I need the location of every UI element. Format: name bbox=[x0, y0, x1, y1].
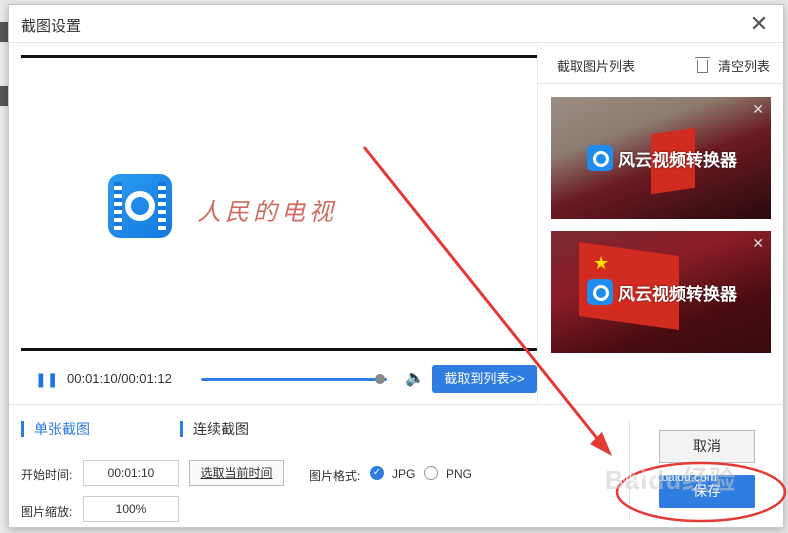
capture-to-list-button[interactable]: 截取到列表>> bbox=[432, 365, 537, 393]
png-radio[interactable] bbox=[424, 466, 438, 480]
dialog-title: 截图设置 bbox=[21, 18, 82, 35]
png-label: PNG bbox=[446, 467, 473, 481]
film-strip-left bbox=[114, 182, 122, 230]
image-scale-input[interactable]: 100% bbox=[83, 496, 179, 522]
preview-brush-text: 人民的电视 bbox=[197, 200, 337, 226]
remove-thumbnail-icon[interactable]: ✕ bbox=[752, 101, 764, 118]
clear-list-button[interactable]: 清空列表 bbox=[694, 56, 770, 75]
capture-list-title: 截取图片列表 bbox=[557, 59, 636, 74]
tab-continuous-screenshot[interactable]: 连续截图 bbox=[180, 421, 249, 437]
progress-slider[interactable] bbox=[201, 378, 387, 381]
background-window-edge bbox=[0, 86, 8, 106]
screenshot-settings-dialog: 截图设置 ✕ 人民的电视 ❚❚ 00:01:10/00:01:12 🔈 截取到列… bbox=[8, 4, 785, 528]
film-strip-right bbox=[158, 182, 166, 230]
logo-ring bbox=[125, 191, 155, 221]
trash-icon bbox=[694, 57, 710, 73]
capture-list-header: 截取图片列表 清空列表 bbox=[538, 44, 784, 84]
converter-logo-icon bbox=[587, 279, 613, 305]
clear-list-label: 清空列表 bbox=[717, 59, 770, 74]
progress-slider-knob[interactable] bbox=[374, 374, 385, 384]
jpg-label: JPG bbox=[392, 467, 416, 481]
player-controls: ❚❚ 00:01:10/00:01:12 🔈 截取到列表>> bbox=[21, 363, 541, 395]
converter-logo-icon bbox=[587, 145, 613, 171]
background-window-edge bbox=[0, 22, 8, 42]
image-format-label: 图片格式: bbox=[309, 469, 361, 483]
video-converter-logo-icon bbox=[108, 174, 172, 238]
start-time-input[interactable]: 00:01:10 bbox=[83, 460, 179, 486]
capture-thumbnail[interactable]: ★ 风云视频转换器 ✕ bbox=[551, 231, 771, 353]
title-bar: 截图设置 ✕ bbox=[9, 5, 783, 43]
start-time-label: 开始时间: bbox=[21, 468, 73, 482]
playback-time: 00:01:10/00:01:12 bbox=[67, 371, 172, 386]
select-current-time-button[interactable]: 选取当前时间 bbox=[189, 460, 284, 486]
jpg-radio[interactable]: ✓ bbox=[370, 466, 384, 480]
watermark-text: 风云视频转换器 bbox=[618, 150, 737, 170]
video-preview: 人民的电视 bbox=[21, 55, 537, 351]
capture-thumbnail[interactable]: 风云视频转换器 ✕ bbox=[551, 97, 771, 219]
volume-icon[interactable]: 🔈 bbox=[405, 368, 425, 388]
image-scale-label: 图片缩放: bbox=[21, 505, 73, 519]
star-icon: ★ bbox=[593, 253, 610, 273]
watermark-text: 风云视频转换器 bbox=[618, 284, 737, 304]
baidu-watermark-site: jingyan.baidu.com bbox=[620, 470, 717, 484]
tab-single-screenshot[interactable]: 单张截图 bbox=[21, 421, 90, 437]
remove-thumbnail-icon[interactable]: ✕ bbox=[752, 235, 764, 252]
cancel-button[interactable]: 取消 bbox=[659, 430, 755, 463]
pause-icon[interactable]: ❚❚ bbox=[35, 371, 58, 388]
capture-list-panel: 截取图片列表 清空列表 风云视频转换器 ✕ ★ 风云视频转换器 ✕ bbox=[537, 44, 784, 404]
close-icon[interactable]: ✕ bbox=[749, 13, 769, 35]
thumbnail-watermark: 风云视频转换器 bbox=[587, 145, 737, 171]
thumbnail-watermark: 风云视频转换器 bbox=[587, 279, 737, 305]
